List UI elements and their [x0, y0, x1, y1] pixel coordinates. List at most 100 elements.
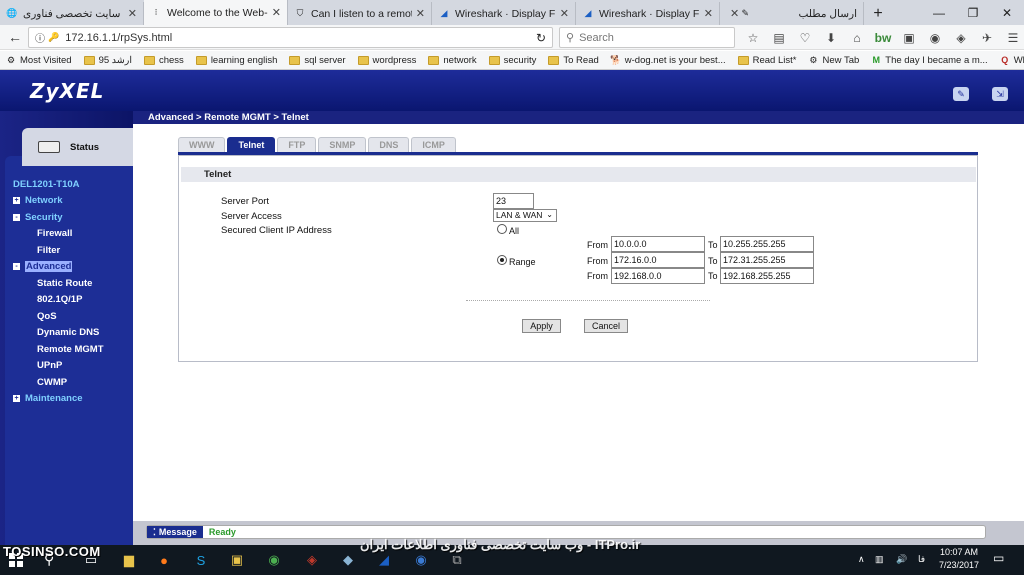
extension-icon[interactable]: ✈ [974, 27, 1000, 48]
back-arrow-icon[interactable]: ← [2, 26, 28, 48]
info-icon[interactable]: ⓘ [35, 30, 45, 45]
range-to-input[interactable]: 172.31.255.255 [720, 252, 814, 268]
bookmark-folder[interactable]: network [428, 55, 477, 66]
bookmark-folder[interactable]: security [488, 55, 536, 66]
tab-icmp[interactable]: ICMP [411, 137, 456, 152]
tab-dns[interactable]: DNS [368, 137, 410, 152]
network-app-icon[interactable]: ⧉ [446, 550, 468, 570]
collapse-icon[interactable]: - [13, 263, 20, 271]
range-from-input[interactable]: 10.0.0.0 [611, 236, 705, 252]
expand-icon[interactable]: + [13, 197, 20, 205]
tab-close-icon[interactable]: ✕ [128, 7, 137, 20]
server-port-input[interactable]: 23 [493, 193, 534, 209]
bookmark-folder[interactable]: chess [143, 55, 184, 66]
nav-item-maintenance[interactable]: + Maintenance [13, 391, 104, 408]
browser-tab[interactable]: 🌐 وب سایت تخصصی فناوری ✕ [0, 2, 144, 25]
logout-icon[interactable]: ⇲ [992, 87, 1008, 101]
close-window-button[interactable]: ✕ [990, 0, 1024, 25]
bookmark-star-icon[interactable]: ☆ [740, 27, 766, 48]
nav-item-static-route[interactable]: Static Route [37, 275, 104, 292]
nav-item-8021q[interactable]: 802.1Q/1P [37, 292, 104, 309]
browser-tab[interactable]: ◢ Wireshark · Display Filte ✕ [576, 2, 720, 25]
range-from-input[interactable]: 192.168.0.0 [611, 268, 705, 284]
expand-icon[interactable]: + [13, 395, 20, 403]
wizard-icon[interactable]: ✎ [953, 87, 969, 101]
url-text[interactable]: 172.16.1.1/rpSys.html [65, 32, 536, 44]
tab-close-icon[interactable]: ✕ [560, 7, 569, 20]
reading-list-icon[interactable]: ▤ [766, 27, 792, 48]
language-indicator[interactable]: فا [918, 554, 925, 565]
download-icon[interactable]: ⬇ [818, 27, 844, 48]
bookmark-folder[interactable]: sql server [289, 55, 346, 66]
collapse-icon[interactable]: - [13, 213, 20, 221]
nav-item-remote-mgmt[interactable]: Remote MGMT [37, 341, 104, 358]
home-icon[interactable]: ⌂ [844, 27, 870, 48]
firefox-dev-icon[interactable]: ◉ [410, 550, 432, 570]
nav-item-upnp[interactable]: UPnP [37, 358, 104, 375]
server-access-select[interactable]: LAN & WAN ⌄ [493, 209, 557, 222]
reload-icon[interactable]: ↻ [536, 31, 546, 45]
extension-icon[interactable]: ◈ [948, 27, 974, 48]
bookmark-item[interactable]: M The day I became a m... [871, 55, 988, 66]
browser-tab-active[interactable]: ⁝ Welcome to the Web-Base ✕ [144, 0, 288, 25]
clock[interactable]: 10:07 AM 7/23/2017 [935, 546, 983, 572]
minimize-button[interactable]: — [922, 0, 956, 25]
nav-item-advanced[interactable]: - Advanced [13, 259, 104, 276]
bookmark-item[interactable]: 🐕 w-dog.net is your best... [610, 55, 725, 66]
extension-icon[interactable]: ▣ [896, 27, 922, 48]
nav-item-dynamic-dns[interactable]: Dynamic DNS [37, 325, 104, 342]
bookmark-folder[interactable]: Read List* [737, 55, 796, 66]
extension-icon[interactable]: bw [870, 27, 896, 48]
tab-close-icon[interactable]: ✕ [272, 6, 281, 19]
nav-item-filter[interactable]: Filter [37, 242, 104, 259]
bookmark-folder[interactable]: wordpress [357, 55, 416, 66]
tab-close-icon[interactable]: ✕ [416, 7, 425, 20]
wireshark-icon[interactable]: ◢ [373, 550, 395, 570]
browser-tab[interactable]: ارسال مطلب ✎ ✕ [720, 2, 864, 25]
extension-icon[interactable]: ◉ [922, 27, 948, 48]
volume-icon[interactable]: 🔊 [896, 554, 907, 565]
nav-item-network[interactable]: + Network [13, 193, 104, 210]
range-to-input[interactable]: 10.255.255.255 [720, 236, 814, 252]
range-from-input[interactable]: 172.16.0.0 [611, 252, 705, 268]
bookmark-item[interactable]: ⚙ New Tab [808, 55, 859, 66]
apply-button[interactable]: Apply [522, 319, 561, 333]
nav-item-security[interactable]: - Security [13, 209, 104, 226]
notifications-icon[interactable]: ▭ [993, 551, 1004, 565]
all-radio[interactable] [497, 224, 507, 234]
new-tab-button[interactable]: + [864, 2, 892, 25]
pocket-icon[interactable]: ♡ [792, 27, 818, 48]
bookmark-item[interactable]: QWhat are the best 30 d... [1000, 55, 1024, 66]
nav-item-firewall[interactable]: Firewall [37, 226, 104, 243]
maximize-button[interactable]: ❐ [956, 0, 990, 25]
tab-snmp[interactable]: SNMP [318, 137, 367, 152]
url-bar[interactable]: ⓘ 🔑 172.16.1.1/rpSys.html ↻ [28, 27, 553, 48]
browser-tab[interactable]: ⛉ Can I listen to a remote ✕ [288, 2, 432, 25]
gns3-icon[interactable]: ◈ [301, 550, 323, 570]
tray-chevron-icon[interactable]: ∧ [858, 554, 865, 565]
bookmark-folder[interactable]: learning english [195, 55, 277, 66]
browser-tab[interactable]: ◢ Wireshark · Display Filte ✕ [432, 2, 576, 25]
menu-icon[interactable]: ☰ [1000, 27, 1024, 48]
bookmark-folder[interactable]: To Read [548, 55, 599, 66]
network-icon[interactable]: ▥ [875, 554, 884, 565]
range-to-input[interactable]: 192.168.255.255 [720, 268, 814, 284]
tab-ftp[interactable]: FTP [277, 137, 317, 152]
tab-close-icon[interactable]: ✕ [730, 7, 739, 20]
bookmark-item[interactable]: ⚙ Most Visited [6, 55, 72, 66]
firefox-icon[interactable]: ● [153, 550, 175, 570]
status-tab[interactable]: Status [22, 128, 133, 166]
cancel-button[interactable]: Cancel [584, 319, 628, 333]
tab-telnet[interactable]: Telnet [227, 137, 276, 152]
bookmark-folder[interactable]: ارشد 95 [83, 55, 132, 66]
nav-item-qos[interactable]: QoS [37, 308, 104, 325]
range-radio[interactable] [497, 255, 507, 265]
search-input[interactable]: ⚲ Search [559, 27, 735, 48]
tab-www[interactable]: WWW [178, 137, 226, 152]
tab-close-icon[interactable]: ✕ [704, 7, 713, 20]
app-icon[interactable]: ▣ [226, 550, 248, 570]
eye-app-icon[interactable]: ◆ [337, 550, 359, 570]
skype-icon[interactable]: S [190, 550, 212, 570]
chrome-icon[interactable]: ◉ [263, 550, 285, 570]
nav-item-cwmp[interactable]: CWMP [37, 374, 104, 391]
